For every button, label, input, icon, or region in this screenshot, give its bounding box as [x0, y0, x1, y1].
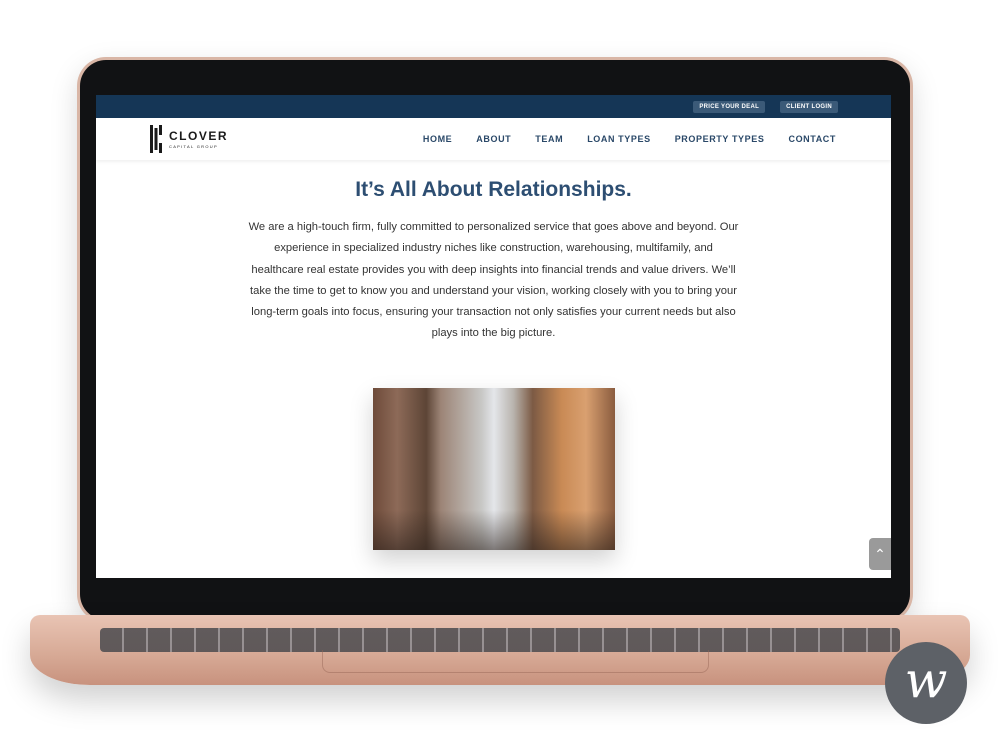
logo-subtitle: CAPITAL GROUP — [169, 144, 218, 149]
clover-logo-mark-icon — [150, 125, 162, 153]
logo-wordmark: CLOVER CAPITAL GROUP — [169, 129, 228, 149]
nav-contact[interactable]: CONTACT — [788, 134, 836, 144]
price-your-deal-button[interactable]: PRICE YOUR DEAL — [693, 100, 766, 113]
browser-screen: PRICE YOUR DEAL CLIENT LOGIN CLOVER CAPI… — [96, 95, 891, 578]
nav-home[interactable]: HOME — [423, 134, 452, 144]
nav-loan-types[interactable]: LOAN TYPES — [587, 134, 651, 144]
nav-menu: HOME ABOUT TEAM LOAN TYPES PROPERTY TYPE… — [423, 134, 836, 144]
scroll-to-top-button[interactable]: ⌃ — [869, 538, 891, 570]
clover-logo[interactable]: CLOVER CAPITAL GROUP — [149, 124, 228, 154]
client-login-button[interactable]: CLIENT LOGIN — [780, 100, 838, 113]
nav-about[interactable]: ABOUT — [476, 134, 511, 144]
photo-street-shade — [373, 510, 615, 550]
section-body-text: We are a high-touch firm, fully committe… — [248, 221, 739, 340]
logo-name: CLOVER — [169, 129, 229, 143]
nav-team[interactable]: TEAM — [535, 134, 563, 144]
site-badge-logo: w — [885, 642, 967, 724]
top-utility-bar: PRICE YOUR DEAL CLIENT LOGIN — [96, 95, 891, 118]
section-headline: It’s All About Relationships. — [355, 178, 632, 201]
city-buildings-photo — [373, 388, 615, 550]
laptop-trackpad — [322, 650, 709, 673]
nav-property-types[interactable]: PROPERTY TYPES — [675, 134, 765, 144]
laptop-keyboard — [100, 628, 900, 652]
main-navigation: CLOVER CAPITAL GROUP HOME ABOUT TEAM LOA… — [96, 118, 891, 160]
badge-glyph: w — [904, 651, 948, 709]
chevron-up-icon: ⌃ — [874, 546, 886, 562]
